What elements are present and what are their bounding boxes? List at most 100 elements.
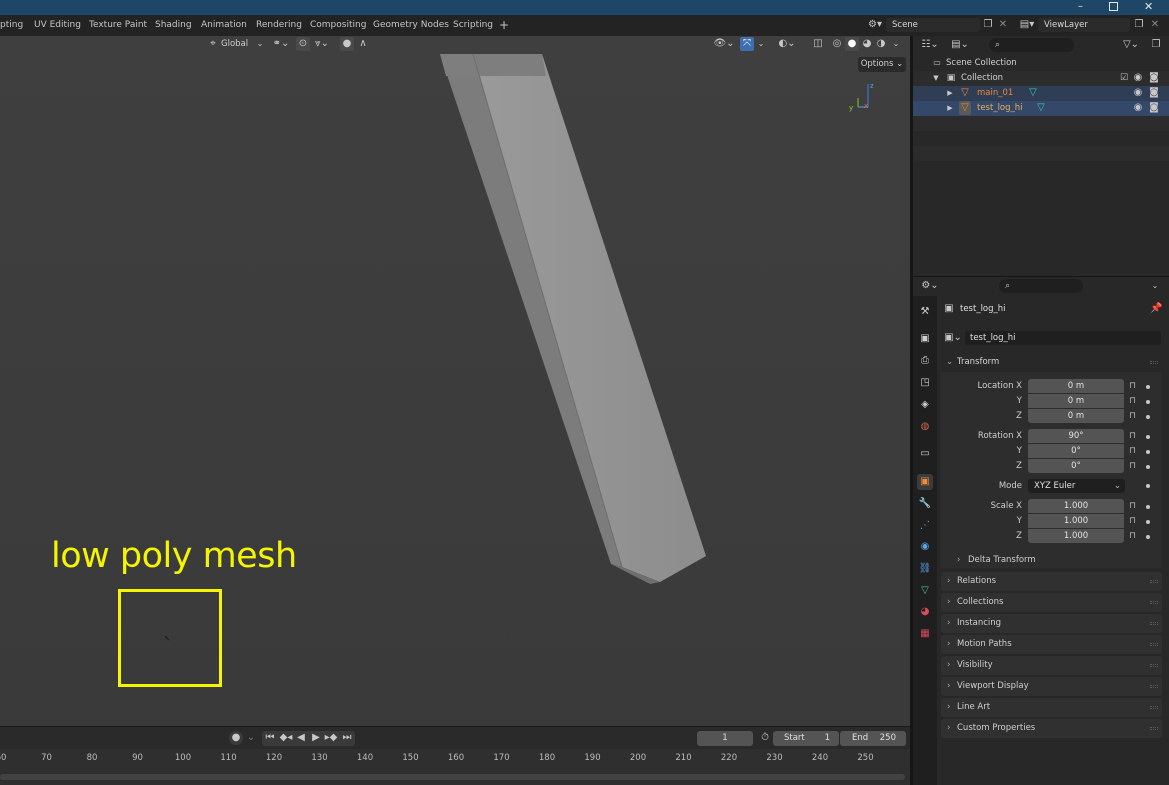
lock-icon[interactable]: ⊓ [1129, 461, 1140, 472]
record-icon[interactable]: ● [229, 731, 243, 745]
rendered-shading-icon[interactable]: ◑ [874, 37, 888, 51]
lock-icon[interactable]: ⊓ [1129, 531, 1140, 542]
filter-icon[interactable]: ▽⌄ [1120, 38, 1142, 52]
keyframe-dot-icon[interactable] [1146, 535, 1150, 539]
object-tab-icon[interactable]: ▣ [917, 474, 933, 490]
panel-collections[interactable]: › Collections [941, 593, 1162, 612]
panel-viewport-display[interactable]: › Viewport Display [941, 677, 1162, 696]
drag-grip-icon[interactable] [1150, 727, 1158, 730]
checkbox-icon[interactable]: ☑ [1118, 71, 1130, 85]
transform-orientation-dropdown[interactable]: Global [221, 37, 248, 52]
particles-tab-icon[interactable]: ⋰ [917, 518, 933, 534]
outliner-row-scene-collection[interactable]: ▭ Scene Collection [913, 56, 1169, 71]
drag-grip-icon[interactable] [1150, 622, 1158, 625]
properties-search-input[interactable]: ⌕ [999, 279, 1083, 293]
expand-arrow-icon[interactable]: ▶ [945, 101, 955, 115]
options-dropdown[interactable]: Options ⌄ [858, 57, 906, 72]
eye-icon[interactable]: ◉ [1132, 71, 1144, 85]
stopwatch-icon[interactable]: ⏱ [759, 731, 771, 745]
keyframe-dot-icon[interactable] [1146, 520, 1150, 524]
drag-grip-icon[interactable] [1150, 361, 1158, 364]
panel-motion-paths[interactable]: › Motion Paths [941, 635, 1162, 654]
timeline[interactable]: ● ⌄ ⏮ ◆◂ ◀ ▶ ▸◆ ⏭ 1 ⏱ Start 1 End 250 60… [0, 726, 910, 785]
drag-grip-icon[interactable] [1150, 706, 1158, 709]
record-options-icon[interactable]: ⌄ [246, 731, 256, 745]
play-reverse-icon[interactable]: ◀ [295, 731, 307, 745]
editor-type-icon[interactable]: ⚙⌄ [919, 279, 941, 293]
prev-keyframe-icon[interactable]: ◆◂ [279, 731, 293, 745]
maximize-icon[interactable] [1109, 2, 1118, 11]
rotation-mode-dropdown[interactable]: XYZ Euler ⌄ [1028, 479, 1125, 493]
rotation-y-field[interactable]: 0° [1028, 444, 1124, 458]
jump-end-icon[interactable]: ⏭ [341, 731, 353, 745]
world-tab-icon[interactable]: ◍ [917, 419, 933, 435]
panel-instancing[interactable]: › Instancing [941, 614, 1162, 633]
drag-grip-icon[interactable] [1150, 685, 1158, 688]
camera-icon[interactable]: ◙ [1148, 101, 1160, 115]
location-x-field[interactable]: 0 m [1028, 379, 1124, 393]
pin-icon[interactable]: 📌 [1150, 302, 1162, 316]
outliner-row-collection[interactable]: ▼ ▣ Collection ☑ ◉ ◙ [913, 71, 1169, 86]
scene-tab-icon[interactable]: ◈ [917, 397, 933, 413]
drag-grip-icon[interactable] [1150, 601, 1158, 604]
tab-sculpting[interactable]: pting [0, 15, 23, 36]
keyframe-dot-icon[interactable] [1146, 484, 1150, 488]
keyframe-dot-icon[interactable] [1146, 400, 1150, 404]
keyframe-dot-icon[interactable] [1146, 415, 1150, 419]
location-z-field[interactable]: 0 m [1028, 409, 1124, 423]
location-y-field[interactable]: 0 m [1028, 394, 1124, 408]
outliner-search-input[interactable]: ⌕ [989, 38, 1074, 52]
physics-tab-icon[interactable]: ◉ [917, 539, 933, 555]
falloff-icon[interactable]: ∧ [356, 37, 370, 51]
lock-icon[interactable]: ⊓ [1129, 411, 1140, 422]
transform-panel-header[interactable]: ⌄ Transform [941, 353, 1162, 372]
delete-view-layer-icon[interactable]: ✕ [1150, 18, 1160, 32]
chevron-down-icon[interactable]: ⌄ [755, 37, 767, 51]
tab-geometry-nodes[interactable]: Geometry Nodes [373, 15, 449, 36]
tab-uv-editing[interactable]: UV Editing [34, 15, 81, 36]
display-mode-icon[interactable]: ▤⌄ [949, 38, 971, 52]
chevron-down-icon[interactable]: ⌄ [255, 37, 265, 51]
lock-icon[interactable]: ⊓ [1129, 501, 1140, 512]
play-icon[interactable]: ▶ [310, 731, 322, 745]
tab-compositing[interactable]: Compositing [310, 15, 366, 36]
panel-custom-properties[interactable]: › Custom Properties [941, 719, 1162, 738]
tool-tab-icon[interactable]: ⚒ [917, 304, 933, 320]
tab-rendering[interactable]: Rendering [256, 15, 302, 36]
panel-relations[interactable]: › Relations [941, 572, 1162, 591]
pivot-point-icon[interactable]: ⚭⌄ [270, 37, 292, 51]
keyframe-dot-icon[interactable] [1146, 435, 1150, 439]
minimize-icon[interactable]: – [1078, 2, 1087, 13]
overlays-icon[interactable]: ◐⌄ [776, 37, 798, 51]
scale-y-field[interactable]: 1.000 [1028, 514, 1124, 528]
new-view-layer-icon[interactable]: ❐ [1133, 18, 1145, 32]
shading-options-icon[interactable]: ⌄ [890, 37, 902, 51]
close-window-icon[interactable]: ✕ [1144, 0, 1156, 14]
gizmo-toggle-icon[interactable]: ⤧ [740, 37, 754, 51]
expand-arrow-icon[interactable]: ▶ [945, 86, 955, 100]
end-frame-field[interactable]: End 250 [840, 731, 906, 746]
wireframe-shading-icon[interactable]: ◎ [830, 37, 844, 51]
add-workspace-button[interactable]: + [499, 15, 509, 36]
panel-visibility[interactable]: › Visibility [941, 656, 1162, 675]
object-data-tab-icon[interactable]: ▽ [917, 583, 933, 599]
scale-x-field[interactable]: 1.000 [1028, 499, 1124, 513]
tab-scripting[interactable]: Scripting [453, 15, 493, 36]
drag-grip-icon[interactable] [1150, 580, 1158, 583]
rotation-x-field[interactable]: 90° [1028, 429, 1124, 443]
next-keyframe-icon[interactable]: ▸◆ [324, 731, 338, 745]
lock-icon[interactable]: ⊓ [1129, 381, 1140, 392]
keyframe-dot-icon[interactable] [1146, 385, 1150, 389]
keyframe-dot-icon[interactable] [1146, 505, 1150, 509]
visibility-icon[interactable]: 👁⌄ [713, 37, 735, 51]
editor-type-icon[interactable]: ☷⌄ [919, 38, 941, 52]
tab-texture-paint[interactable]: Texture Paint [89, 15, 147, 36]
object-name-field[interactable]: test_log_hi [965, 331, 1161, 345]
outliner-row-main-01[interactable]: ▶ ▽ main_01 ▽ ◉ ◙ [913, 86, 1169, 101]
keyframe-dot-icon[interactable] [1146, 465, 1150, 469]
material-tab-icon[interactable]: ◕ [917, 604, 933, 620]
rotation-z-field[interactable]: 0° [1028, 459, 1124, 473]
expand-arrow-icon[interactable]: ▼ [931, 71, 941, 85]
view-layer-field[interactable]: ViewLayer [1038, 18, 1130, 32]
lock-icon[interactable]: ⊓ [1129, 431, 1140, 442]
